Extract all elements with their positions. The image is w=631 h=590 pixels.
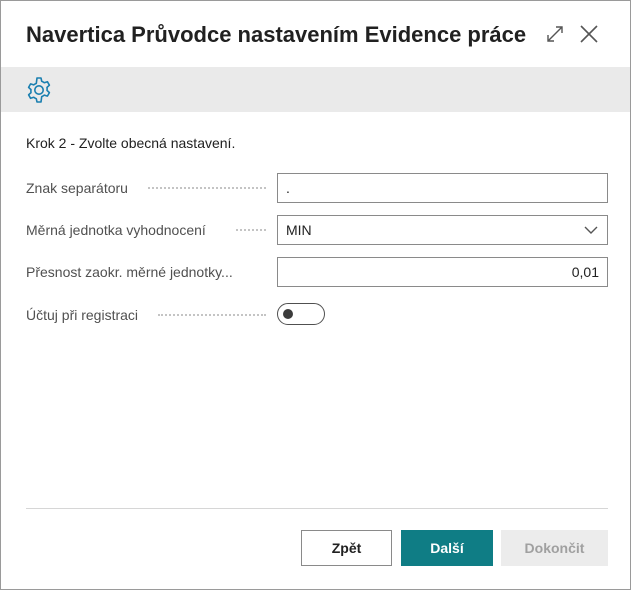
unit-value: MIN bbox=[286, 222, 312, 238]
post-on-registration-row: Účtuj při registraci bbox=[26, 300, 608, 330]
separator-label: Znak separátoru bbox=[26, 180, 128, 196]
separator-value: . bbox=[286, 180, 290, 196]
footer-divider bbox=[26, 508, 608, 509]
dotted-leader bbox=[148, 187, 266, 189]
post-on-registration-label: Účtuj při registraci bbox=[26, 307, 139, 323]
separator-row: Znak separátoru . bbox=[26, 173, 608, 203]
expand-diagonal-icon bbox=[547, 26, 563, 42]
unit-select[interactable]: MIN bbox=[277, 215, 608, 245]
expand-button[interactable] bbox=[540, 19, 570, 49]
dotted-leader bbox=[158, 314, 266, 316]
precision-input[interactable]: 0,01 bbox=[277, 257, 608, 287]
gear-icon[interactable] bbox=[25, 76, 53, 104]
unit-row: Měrná jednotka vyhodnocení MIN bbox=[26, 215, 608, 245]
wizard-dialog: Navertica Průvodce nastavením Evidence p… bbox=[0, 0, 631, 590]
precision-label: Přesnost zaokr. měrné jednotky... bbox=[26, 264, 233, 280]
post-on-registration-toggle[interactable] bbox=[277, 303, 325, 325]
step-instruction: Krok 2 - Zvolte obecná nastavení. bbox=[26, 135, 236, 151]
unit-label: Měrná jednotka vyhodnocení bbox=[26, 222, 206, 238]
separator-input[interactable]: . bbox=[277, 173, 608, 203]
dotted-leader bbox=[236, 229, 266, 231]
action-bar bbox=[1, 67, 630, 112]
chevron-down-icon bbox=[584, 226, 598, 234]
next-button[interactable]: Další bbox=[401, 530, 493, 566]
title-bar: Navertica Průvodce nastavením Evidence p… bbox=[1, 1, 630, 67]
back-button[interactable]: Zpět bbox=[301, 530, 392, 566]
dialog-title: Navertica Průvodce nastavením Evidence p… bbox=[26, 22, 526, 47]
finish-button: Dokončit bbox=[501, 530, 608, 566]
precision-row: Přesnost zaokr. měrné jednotky... 0,01 bbox=[26, 257, 608, 287]
close-button[interactable] bbox=[574, 19, 604, 49]
toggle-knob bbox=[283, 309, 293, 319]
close-icon bbox=[580, 25, 598, 43]
precision-value: 0,01 bbox=[571, 264, 599, 280]
